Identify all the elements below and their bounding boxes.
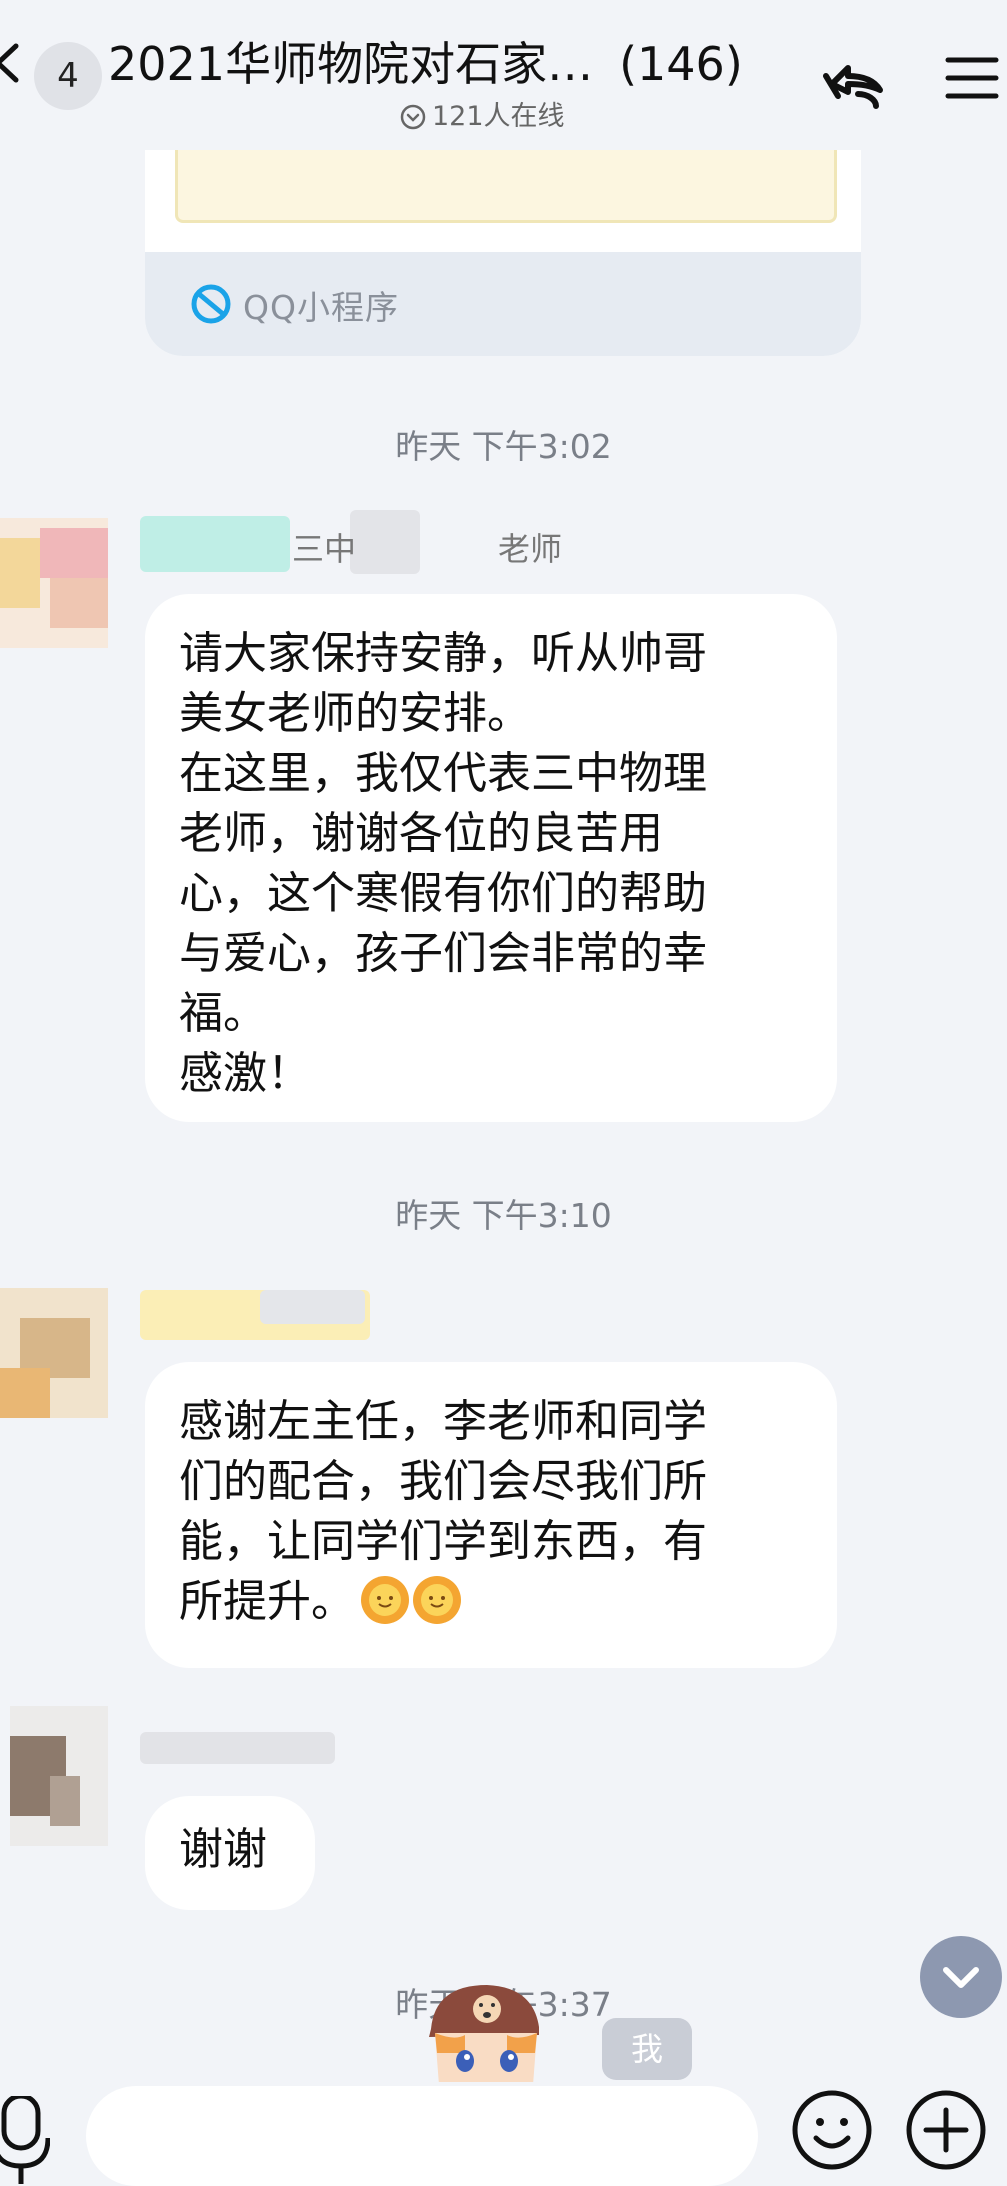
avatar[interactable] [0,1288,108,1418]
message-input[interactable] [86,2086,758,2186]
member-count: (146) [619,37,743,91]
sun-emoji [413,1576,461,1624]
chevron-circle-icon [400,104,426,130]
message-line: 感激！ [179,1048,311,1099]
sender-name: 三中 老师 [292,530,563,568]
bear-cap-sticker [429,1985,539,2085]
me-tag: 我 [602,2018,692,2080]
avatar[interactable] [0,1706,108,1846]
input-bar [0,2082,1007,2186]
message-line: 福。 [179,988,267,1039]
chevron-left-icon[interactable] [0,42,28,84]
avatar[interactable] [0,518,108,648]
mini-program-preview [175,150,837,223]
sun-emoji [361,1576,409,1624]
message-line: 能，让同学们学到东西，有 [179,1516,707,1567]
online-count: 121人在线 [432,101,565,132]
message-timestamp: 昨天 下午3:10 [395,1196,612,1235]
mic-icon[interactable] [0,2096,50,2186]
mini-program-card[interactable]: QQ小程序 [145,150,861,356]
group-name: 2021华师物院对石家… [108,37,594,91]
online-status: 121人在线 [400,94,565,133]
message-line: 所提升。 [179,1572,803,1632]
message-timestamp: 昨天 下午3:02 [395,427,612,466]
message-bubble[interactable]: 感谢左主任，李老师和同学 们的配合，我们会尽我们所 能，让同学们学到东西，有 所… [145,1362,837,1668]
share-icon[interactable] [818,44,894,120]
message-bubble[interactable]: 谢谢 [145,1796,315,1910]
mini-program-icon [191,284,231,324]
mini-program-label: QQ小程序 [243,288,399,327]
menu-icon[interactable] [944,50,1000,106]
message-line: 老师，谢谢各位的良苦用 [179,808,663,859]
message-line: 美女老师的安排。 [179,688,531,739]
sender-name-blur [140,1732,335,1764]
message-line: 心，这个寒假有你们的帮助 [179,868,707,919]
message-bubble[interactable]: 请大家保持安静，听从帅哥 美女老师的安排。 在这里，我仅代表三中物理 老师，谢谢… [145,594,837,1122]
sender-name-blur [260,1290,365,1324]
mini-program-footer: QQ小程序 [145,252,861,356]
unread-badge[interactable]: 4 [34,42,102,110]
message-line: 请大家保持安静，听从帅哥 [179,628,707,679]
smiley-icon[interactable] [790,2088,874,2172]
chat-header: 4 2021华师物院对石家… (146) 121人在线 [0,0,1007,150]
message-line: 感谢左主任，李老师和同学 [179,1396,707,1447]
message-line: 们的配合，我们会尽我们所 [179,1456,707,1507]
message-line: 在这里，我仅代表三中物理 [179,748,707,799]
sender-name-blur [140,516,290,572]
message-line: 与爱心，孩子们会非常的幸 [179,928,707,979]
plus-icon[interactable] [904,2088,988,2172]
chevron-down-icon [943,1967,979,1988]
chat-title[interactable]: 2021华师物院对石家… (146) [108,28,798,94]
scroll-to-bottom-button[interactable] [920,1936,1002,2018]
message-line: 谢谢 [179,1824,267,1875]
